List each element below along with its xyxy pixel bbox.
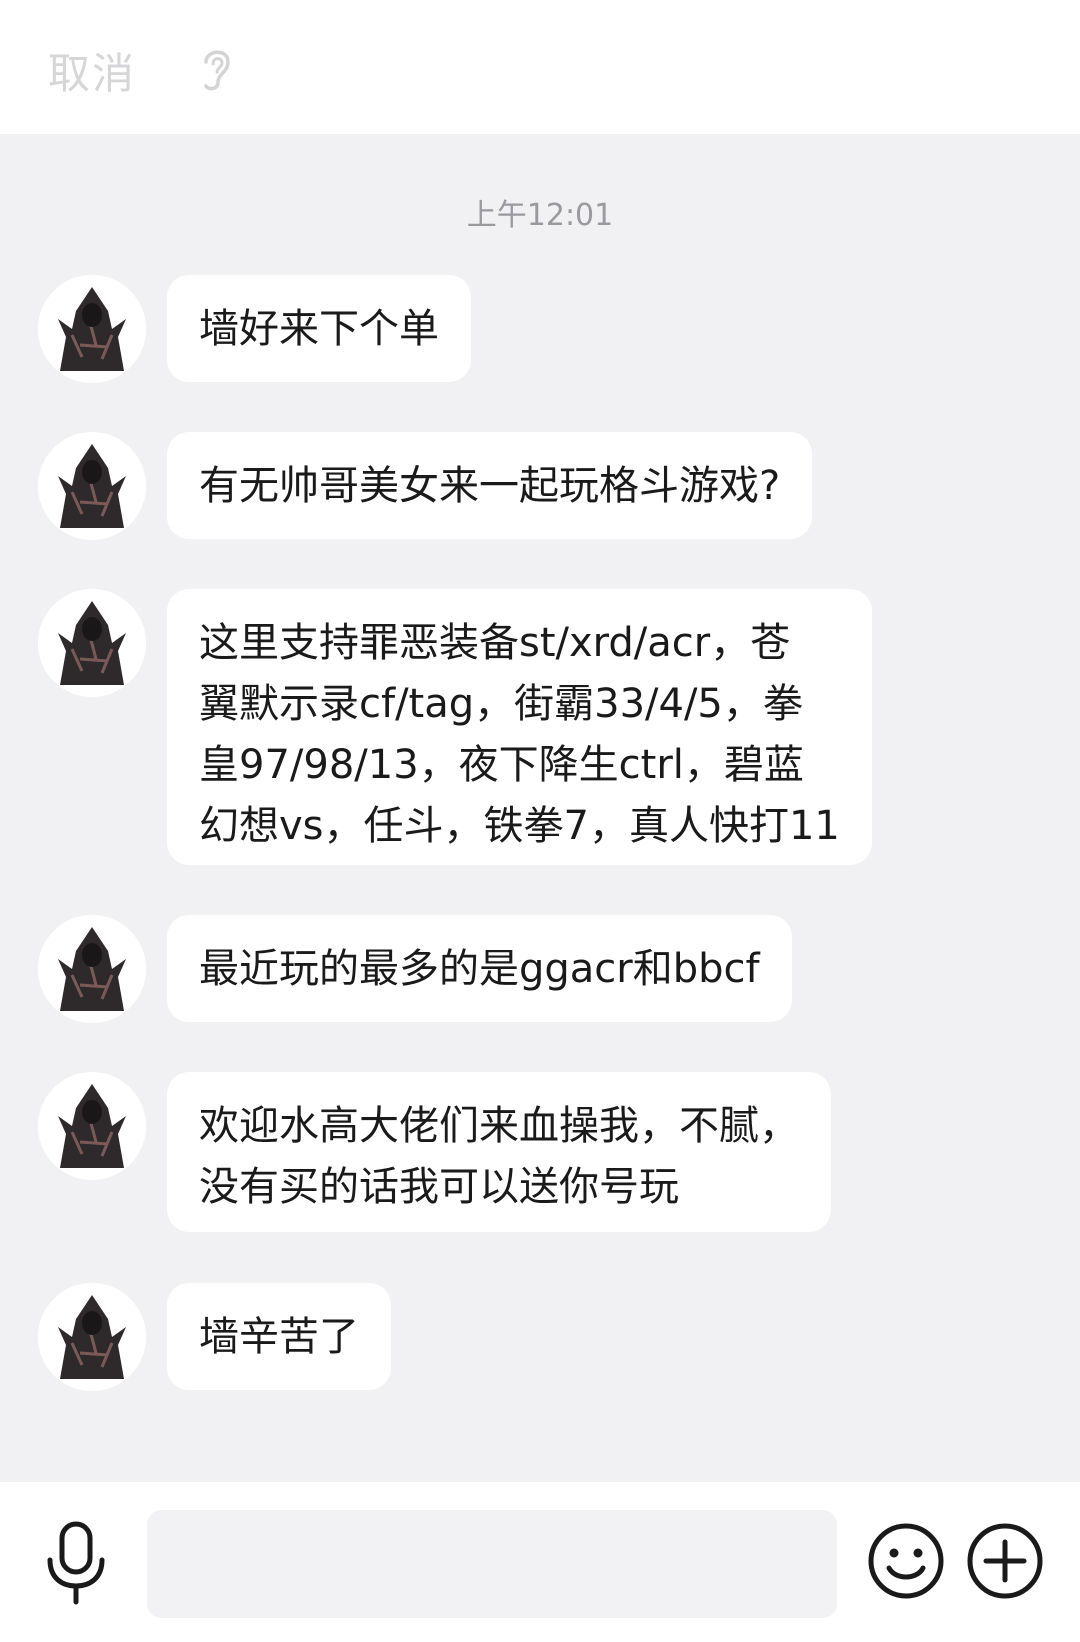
top-bar: 取消 <box>0 0 1080 134</box>
avatar-figure-icon <box>38 1283 146 1391</box>
message-bubble[interactable]: 墙辛苦了 <box>167 1283 391 1390</box>
message-bubble[interactable]: 有无帅哥美女来一起玩格斗游戏? <box>167 432 813 539</box>
ear-icon[interactable] <box>196 42 236 94</box>
avatar[interactable] <box>38 432 146 540</box>
avatar-figure-icon <box>38 432 146 540</box>
message-input[interactable] <box>147 1510 837 1618</box>
input-bar <box>0 1482 1080 1642</box>
microphone-icon[interactable] <box>44 1520 108 1606</box>
avatar-figure-icon <box>38 589 146 697</box>
plus-icon[interactable] <box>966 1522 1044 1600</box>
avatar[interactable] <box>38 275 146 383</box>
avatar[interactable] <box>38 1072 146 1180</box>
emoji-icon[interactable] <box>867 1522 945 1600</box>
message-timestamp: 上午12:01 <box>466 198 614 233</box>
message-bubble[interactable]: 最近玩的最多的是ggacr和bbcf <box>167 915 792 1022</box>
message-bubble[interactable]: 墙好来下个单 <box>167 275 471 382</box>
avatar-figure-icon <box>38 275 146 383</box>
avatar[interactable] <box>38 1283 146 1391</box>
message-bubble[interactable]: 欢迎水高大佬们来血操我，不腻， 没有买的话我可以送你号玩 <box>167 1072 831 1232</box>
avatar[interactable] <box>38 589 146 697</box>
cancel-button[interactable]: 取消 <box>48 40 136 101</box>
avatar-figure-icon <box>38 1072 146 1180</box>
avatar-figure-icon <box>38 915 146 1023</box>
message-bubble[interactable]: 这里支持罪恶装备st/xrd/acr，苍 翼默示录cf/tag，街霸33/4/5… <box>167 589 872 865</box>
avatar[interactable] <box>38 915 146 1023</box>
